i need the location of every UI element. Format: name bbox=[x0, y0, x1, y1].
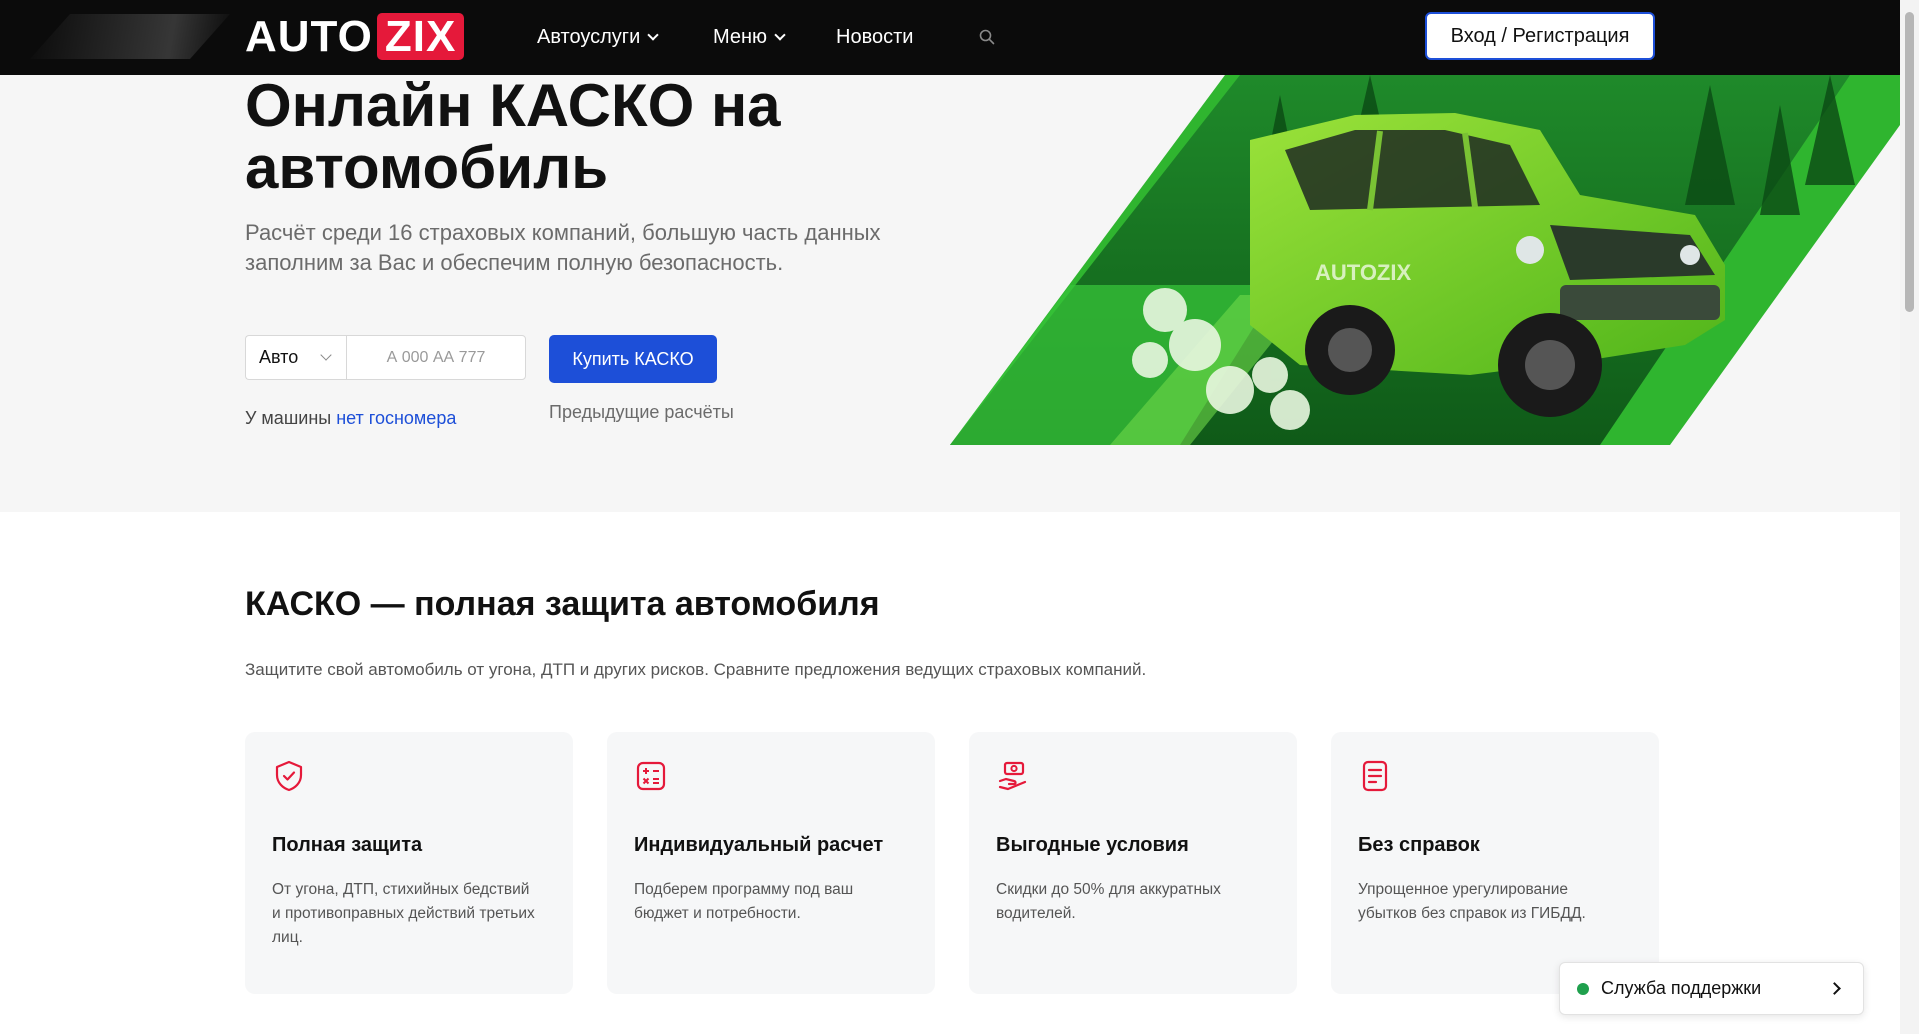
feature-card-text: Скидки до 50% для аккуратных водителей. bbox=[996, 881, 1221, 922]
feature-card: Выгодные условия Скидки до 50% для аккур… bbox=[969, 732, 1297, 994]
feature-card-text: Подберем программу под ваш бюджет и потр… bbox=[634, 881, 854, 922]
document-icon bbox=[1362, 760, 1388, 792]
feature-card: Полная защита От угона, ДТП, стихийных б… bbox=[245, 732, 573, 994]
feature-cards: Полная защита От угона, ДТП, стихийных б… bbox=[245, 732, 1659, 994]
page-scrollbar[interactable] bbox=[1900, 0, 1919, 1034]
buy-kasko-button[interactable]: Купить КАСКО bbox=[549, 335, 717, 383]
feature-card-title: Полная защита bbox=[272, 834, 423, 856]
chevron-right-icon bbox=[1828, 982, 1841, 995]
car-logo-text: AUTOZIX bbox=[1315, 260, 1411, 285]
feature-card: Без справок Упрощенное урегулирование уб… bbox=[1331, 732, 1659, 994]
scrollbar-thumb[interactable] bbox=[1905, 12, 1914, 312]
site-logo[interactable]: AUTO ZIX bbox=[245, 12, 465, 61]
site-header: AUTO ZIX Автоуслуги Меню Новости Вход / … bbox=[0, 0, 1900, 75]
online-status-icon bbox=[1577, 982, 1589, 995]
hero-car-illustration: AUTOZIX bbox=[950, 75, 1900, 445]
section-title: КАСКО — полная защита автомобиля bbox=[245, 585, 880, 623]
chevron-down-icon bbox=[774, 29, 786, 41]
vehicle-type-value: Авто bbox=[259, 347, 299, 367]
login-register-button[interactable]: Вход / Регистрация bbox=[1425, 12, 1655, 60]
logo-auto-text: AUTO bbox=[245, 12, 373, 61]
nav-news-label: Новости bbox=[836, 26, 914, 48]
feature-card-text: Упрощенное урегулирование убытков без сп… bbox=[1358, 881, 1586, 922]
feature-card-title: Без справок bbox=[1358, 834, 1480, 856]
feature-card: Индивидуальный расчет Подберем программу… bbox=[607, 732, 935, 994]
nav-autoservices-label: Автоуслуги bbox=[537, 26, 641, 48]
calculator-icon bbox=[636, 761, 666, 791]
support-widget[interactable]: Служба поддержки bbox=[1559, 962, 1864, 1015]
hero-title: Онлайн КАСКО на автомобиль bbox=[245, 75, 781, 201]
feature-card-title: Индивидуальный расчет bbox=[634, 834, 884, 856]
no-plate-note: У машины нет госномера bbox=[245, 408, 456, 429]
nav-menu-label: Меню bbox=[713, 26, 768, 48]
nav-news[interactable]: Новости bbox=[836, 0, 913, 75]
hero-section: Онлайн КАСКО на автомобиль Расчёт среди … bbox=[0, 75, 1900, 512]
hero-subtitle: Расчёт среди 16 страховых компаний, боль… bbox=[245, 220, 881, 275]
plate-form: Авто bbox=[245, 335, 526, 380]
no-plate-prefix: У машины bbox=[245, 408, 337, 428]
nav-menu[interactable]: Меню bbox=[713, 0, 786, 75]
support-label: Служба поддержки bbox=[1601, 978, 1762, 998]
plate-number-input[interactable] bbox=[346, 335, 526, 380]
header-decoration bbox=[30, 14, 230, 59]
chevron-down-icon bbox=[647, 29, 659, 41]
no-plate-link[interactable]: нет госномера bbox=[336, 408, 456, 428]
search-icon[interactable] bbox=[979, 29, 995, 45]
chevron-down-icon bbox=[320, 349, 332, 361]
previous-calculations-link[interactable]: Предыдущие расчёты bbox=[549, 402, 734, 423]
section-description: Защитите свой автомобиль от угона, ДТП и… bbox=[245, 660, 1147, 679]
shield-check-icon bbox=[275, 760, 303, 792]
logo-zix-text: ZIX bbox=[376, 13, 465, 60]
feature-card-title: Выгодные условия bbox=[996, 834, 1189, 856]
vehicle-type-select[interactable]: Авто bbox=[245, 335, 346, 380]
hand-money-icon bbox=[998, 761, 1027, 791]
nav-autoservices[interactable]: Автоуслуги bbox=[537, 0, 659, 75]
feature-card-text: От угона, ДТП, стихийных бедствий и прот… bbox=[272, 881, 535, 946]
